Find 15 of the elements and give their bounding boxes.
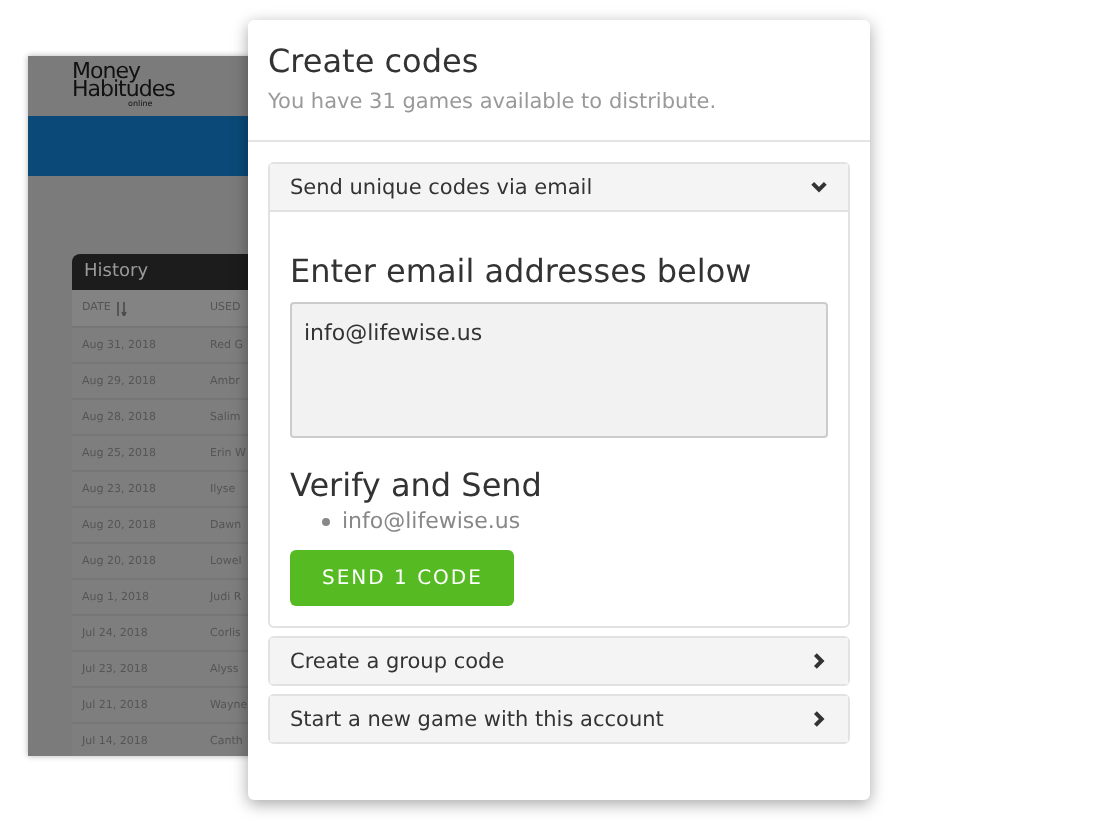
accordion-header[interactable]: Start a new game with this account (270, 696, 848, 742)
panel-title: History (72, 254, 252, 290)
accordion-header[interactable]: Send unique codes via email (270, 164, 848, 212)
email-field[interactable]: info@lifewise.us (290, 302, 828, 438)
bullet-icon (322, 517, 330, 525)
accordion-header[interactable]: Create a group code (270, 638, 848, 684)
sort-icon[interactable] (116, 301, 129, 315)
recipient-item: info@lifewise.us (342, 508, 521, 534)
chevron-right-icon (810, 710, 828, 728)
section-heading: Verify and Send (290, 466, 544, 504)
chevron-down-icon (810, 178, 828, 196)
dialog-subtitle: You have 31 games available to distribute. (268, 90, 719, 114)
dialog-title: Create codes (268, 42, 481, 80)
chevron-right-icon (810, 652, 828, 670)
section-heading: Enter email addresses below (290, 252, 754, 290)
